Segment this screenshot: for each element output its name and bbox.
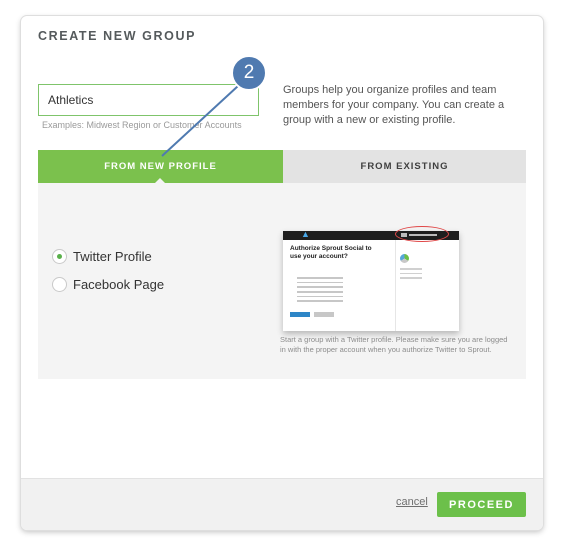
group-name-input[interactable] (38, 84, 259, 116)
cancel-link[interactable]: cancel (396, 496, 428, 508)
dialog-title: CREATE NEW GROUP (38, 29, 197, 43)
tab-from-existing[interactable]: FROM EXISTING (283, 150, 526, 183)
preview-caption: Start a group with a Twitter profile. Pl… (280, 335, 508, 354)
sprout-logo-icon (400, 254, 409, 263)
radio-label: Twitter Profile (73, 249, 152, 264)
preview-authorize-button (290, 312, 310, 317)
preview-heading: Authorize Sprout Social to use your acco… (290, 245, 372, 260)
twitter-bird-icon: ▲ (301, 229, 310, 239)
preview-cancel-button (314, 312, 334, 317)
radio-label: Facebook Page (73, 277, 165, 292)
tab-from-new-profile[interactable]: FROM NEW PROFILE (38, 150, 283, 184)
create-group-dialog: CREATE NEW GROUP Examples: Midwest Regio… (21, 16, 543, 530)
preview-permission-list (297, 277, 343, 305)
highlight-oval (395, 226, 449, 242)
new-profile-panel: Twitter Profile Facebook Page ▲ Authoriz… (38, 183, 526, 379)
dialog-footer: cancel PROCEED (21, 478, 543, 530)
tab-label: FROM NEW PROFILE (104, 161, 217, 172)
groups-help-text: Groups help you organize profiles and te… (283, 84, 505, 126)
twitter-authorize-preview: ▲ Authorize Sprout Social to use your ac… (283, 226, 459, 331)
group-name-examples: Examples: Midwest Region or Customer Acc… (42, 120, 242, 130)
radio-twitter-profile[interactable]: Twitter Profile (52, 249, 152, 264)
radio-button-selected[interactable] (52, 249, 67, 264)
radio-button[interactable] (52, 277, 67, 292)
preview-sidebar-text (400, 268, 422, 282)
step-number-badge: 2 (231, 55, 267, 91)
preview-divider (395, 240, 396, 331)
radio-facebook-page[interactable]: Facebook Page (52, 277, 164, 292)
profile-source-tabs: FROM NEW PROFILE FROM EXISTING (38, 150, 526, 184)
tab-label: FROM EXISTING (360, 161, 449, 172)
proceed-button[interactable]: PROCEED (437, 492, 526, 517)
